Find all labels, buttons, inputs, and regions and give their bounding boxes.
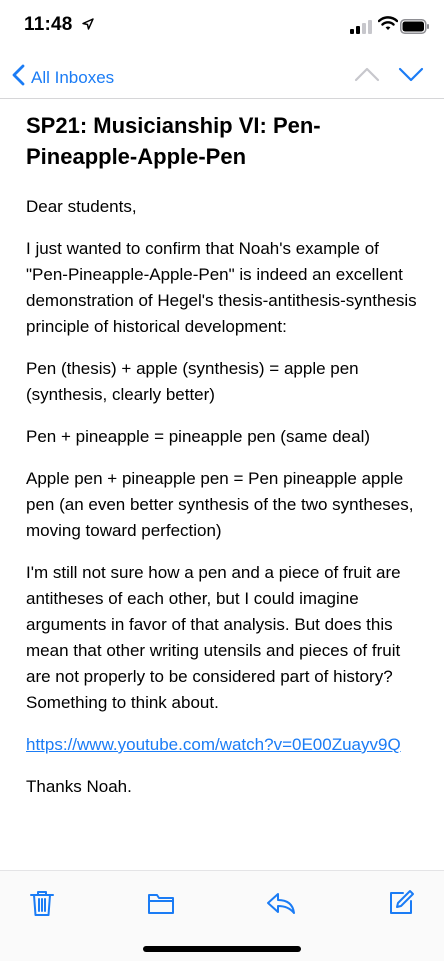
back-button[interactable]: All Inboxes — [12, 64, 114, 91]
location-arrow-icon — [82, 14, 94, 36]
email-paragraph: Dear students, — [26, 197, 137, 216]
home-indicator — [143, 946, 301, 952]
trash-button[interactable] — [26, 887, 58, 919]
move-to-folder-button[interactable] — [145, 887, 177, 919]
reply-icon — [267, 893, 295, 914]
email-paragraph: Pen + pineapple = pineapple pen (same de… — [26, 427, 371, 446]
previous-message-button[interactable] — [354, 64, 380, 89]
email-signoff: Thanks Noah. — [26, 777, 132, 796]
back-button-label: All Inboxes — [31, 67, 115, 87]
email-body: SP21: Musicianship VI: Pen-Pineapple-App… — [26, 106, 422, 816]
email-paragraph: Apple pen + pineapple pen = Pen pineappl… — [26, 469, 414, 540]
next-message-button[interactable] — [398, 64, 424, 89]
chevron-left-icon — [12, 64, 25, 91]
signal-icon — [350, 20, 376, 34]
reply-button[interactable] — [265, 887, 297, 919]
battery-icon — [400, 19, 430, 39]
youtube-link[interactable]: https://www.youtube.com/watch?v=0E00Zuay… — [26, 735, 401, 754]
status-time: 11:48 — [24, 14, 94, 36]
compose-icon — [390, 890, 414, 914]
time-text: 11:48 — [24, 14, 73, 36]
trash-icon — [30, 891, 54, 916]
wifi-icon — [377, 15, 399, 36]
email-paragraph: Pen (thesis) + apple (synthesis) = apple… — [26, 359, 359, 404]
chevron-up-icon — [354, 67, 380, 82]
navigation-bar: All Inboxes — [0, 52, 444, 98]
folder-icon — [148, 894, 174, 914]
header-divider — [0, 98, 444, 99]
compose-button[interactable] — [385, 887, 417, 919]
email-subject: SP21: Musicianship VI: Pen-Pineapple-App… — [26, 113, 321, 169]
email-paragraph: I'm still not sure how a pen and a piece… — [26, 563, 401, 712]
chevron-down-icon — [398, 67, 424, 82]
email-paragraph: I just wanted to confirm that Noah's exa… — [26, 239, 417, 336]
status-bar: 11:48 — [0, 0, 444, 52]
